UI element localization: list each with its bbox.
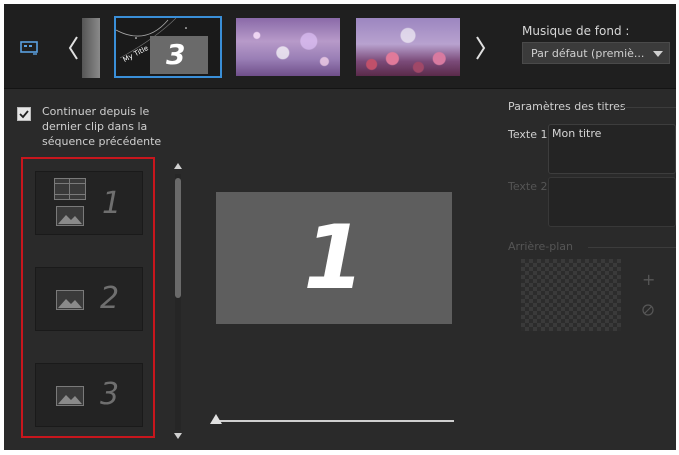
scroll-thumb[interactable] xyxy=(175,178,181,298)
clip-list: 1 2 3 xyxy=(21,157,155,438)
divider xyxy=(588,247,676,248)
chevron-down-icon xyxy=(653,51,663,57)
preview-timeline[interactable] xyxy=(214,420,454,422)
template-thumb-partial[interactable] xyxy=(82,18,100,78)
clip-number: 3 xyxy=(100,377,120,412)
divider xyxy=(618,107,676,108)
text1-field[interactable]: Mon titre xyxy=(548,124,676,174)
template-thumb-flowers[interactable] xyxy=(356,18,460,76)
background-label: Arrière-plan xyxy=(508,240,573,253)
text2-label: Texte 2 xyxy=(508,180,548,193)
video-placeholder-icon xyxy=(54,178,86,200)
template-thumb-glitter[interactable] xyxy=(236,18,340,76)
background-music-value: Par défaut (premiè... xyxy=(531,47,645,60)
template-toolbar: My Title 3 Musique de fond : Par défaut … xyxy=(4,4,676,89)
clip-item[interactable]: 2 xyxy=(35,267,143,331)
scroll-down-arrow-icon[interactable] xyxy=(173,432,183,440)
continue-label: Continuer depuis le dernier clip dans la… xyxy=(42,105,162,148)
template-icon[interactable] xyxy=(20,41,38,55)
continue-checkbox[interactable] xyxy=(17,107,31,121)
clip-item[interactable]: 3 xyxy=(35,363,143,427)
scroll-up-arrow-icon[interactable] xyxy=(173,162,183,170)
title-params-heading: Paramètres des titres xyxy=(508,100,626,113)
image-placeholder-icon xyxy=(56,290,84,310)
scroll-left-arrow-icon[interactable] xyxy=(66,34,82,62)
add-background-icon: + xyxy=(642,270,656,289)
background-preview xyxy=(521,259,621,331)
app-window: My Title 3 Musique de fond : Par défaut … xyxy=(4,4,676,450)
background-music-select[interactable]: Par défaut (premiè... xyxy=(522,42,670,64)
text1-label: Texte 1 xyxy=(508,128,548,141)
template-thumb-number: 3 xyxy=(166,38,186,71)
text2-field xyxy=(548,177,676,227)
preview-screen: 1 xyxy=(216,192,452,324)
image-placeholder-icon xyxy=(56,206,84,226)
clip-number: 1 xyxy=(102,186,122,221)
background-music-label: Musique de fond : xyxy=(522,24,630,38)
clip-number: 2 xyxy=(100,281,120,316)
scroll-right-arrow-icon[interactable] xyxy=(472,34,488,62)
clip-list-scrollbar[interactable] xyxy=(172,162,184,440)
text1-value: Mon titre xyxy=(552,127,602,140)
playhead-icon[interactable] xyxy=(210,414,222,424)
remove-background-icon xyxy=(642,304,654,316)
checkmark-icon xyxy=(19,110,29,119)
clip-item[interactable]: 1 xyxy=(35,171,143,235)
preview-number: 1 xyxy=(303,206,365,309)
image-placeholder-icon xyxy=(56,386,84,406)
template-thumb-selected[interactable]: My Title 3 xyxy=(114,16,222,78)
